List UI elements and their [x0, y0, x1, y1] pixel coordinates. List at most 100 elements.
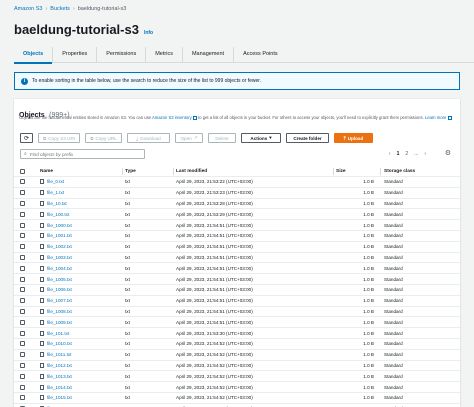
gear-icon[interactable]: ⚙	[445, 149, 451, 159]
table-row[interactable]: file_0.txt txt April 29, 2023, 21:53:22 (U…	[14, 177, 460, 188]
table-row[interactable]: file_100.txt txt April 29, 2023, 21:53:29 …	[14, 209, 460, 221]
object-name-link[interactable]: file_1011.txt	[47, 352, 71, 357]
create-folder-button[interactable]: Create folder	[286, 133, 329, 143]
object-name-link[interactable]: file_101.txt	[47, 331, 69, 336]
table-row[interactable]: file_1.txt txt April 29, 2023, 21:53:23 (U…	[14, 188, 460, 199]
search-box[interactable]: ⌕	[20, 149, 145, 159]
table-row[interactable]: file_1013.txt txt April 29, 2023, 21:54:52…	[14, 371, 460, 383]
name-cell: file_1001.txt	[40, 231, 72, 241]
object-name-link[interactable]: file_1003.txt	[47, 255, 72, 260]
upload-button[interactable]: ⤒ Upload	[334, 133, 373, 143]
object-name-link[interactable]: file_0.txt	[47, 179, 64, 184]
tab-objects[interactable]: Objects	[14, 47, 54, 64]
object-name-link[interactable]: file_10.txt	[47, 201, 67, 206]
open-button[interactable]: Open ↗	[175, 133, 203, 143]
object-name-link[interactable]: file_1.txt	[47, 190, 64, 195]
object-name-link[interactable]: file_1008.txt	[47, 309, 72, 314]
object-name-link[interactable]: file_1000.txt	[47, 223, 72, 228]
actions-dropdown[interactable]: Actions ▾	[241, 133, 281, 143]
table-row[interactable]: file_1009.txt txt April 29, 2023, 21:54:51…	[14, 317, 460, 329]
tab-permissions[interactable]: Permissions	[97, 47, 147, 63]
table-row[interactable]: file_1014.txt txt April 29, 2023, 21:54:52…	[14, 382, 460, 393]
refresh-button[interactable]: ⟳	[20, 133, 33, 143]
row-checkbox[interactable]	[20, 384, 25, 390]
breadcrumb-amazon-s3[interactable]: Amazon S3	[14, 6, 42, 12]
object-name-link[interactable]: file_1007.txt	[47, 298, 72, 303]
object-name-link[interactable]: file_1012.txt	[47, 363, 72, 368]
info-link[interactable]: Info	[144, 30, 153, 36]
table-row[interactable]: file_1002.txt txt April 29, 2023, 21:54:51…	[14, 242, 460, 253]
search-icon: ⌕	[24, 151, 27, 157]
learn-more-link[interactable]: Learn more	[425, 115, 446, 120]
row-checkbox[interactable]	[20, 233, 25, 239]
object-name-link[interactable]: file_100.txt	[47, 212, 69, 217]
tab-access-points[interactable]: Access Points	[234, 47, 287, 63]
select-all-checkbox[interactable]	[20, 168, 25, 174]
table-row[interactable]: file_1010.txt txt April 29, 2023, 21:54:52…	[14, 339, 460, 350]
object-name-link[interactable]: file_1010.txt	[47, 341, 72, 346]
row-checkbox[interactable]	[20, 244, 25, 250]
table-row[interactable]: file_1004.txt txt April 29, 2023, 21:54:51…	[14, 263, 460, 275]
table-row[interactable]: file_1000.txt txt April 29, 2023, 21:54:51…	[14, 220, 460, 231]
object-name-link[interactable]: file_1006.txt	[47, 287, 72, 292]
row-checkbox[interactable]	[20, 373, 25, 379]
tab-metrics[interactable]: Metrics	[146, 47, 183, 63]
object-name-link[interactable]: file_1009.txt	[47, 320, 72, 325]
description-prefix: Objects are the fundamental entities sto…	[19, 115, 151, 120]
row-checkbox[interactable]	[20, 200, 25, 206]
breadcrumb-buckets[interactable]: Buckets	[50, 6, 70, 12]
object-name-link[interactable]: file_1013.txt	[47, 374, 72, 379]
tab-properties[interactable]: Properties	[53, 47, 98, 63]
size-cell: 1.0 B	[363, 330, 374, 336]
copy-url-button[interactable]: ⧉ Copy URL	[85, 133, 122, 143]
row-checkbox[interactable]	[20, 222, 25, 228]
table-row[interactable]: file_10.txt txt April 29, 2023, 21:53:28 (…	[14, 199, 460, 210]
row-checkbox[interactable]	[20, 352, 25, 358]
download-button[interactable]: ⤓ Download	[127, 133, 170, 143]
row-checkbox[interactable]	[20, 298, 25, 304]
next-page-icon[interactable]: ›	[424, 151, 426, 157]
row-checkbox[interactable]	[20, 308, 25, 314]
object-name-link[interactable]: file_1002.txt	[47, 244, 72, 249]
row-checkbox[interactable]	[20, 190, 25, 196]
row-checkbox[interactable]	[20, 319, 25, 325]
row-checkbox[interactable]	[20, 330, 25, 336]
row-checkbox[interactable]	[20, 395, 25, 401]
table-row[interactable]: file_1008.txt txt April 29, 2023, 21:54:51…	[14, 307, 460, 318]
page-1[interactable]: 1	[397, 151, 400, 157]
tab-management[interactable]: Management	[183, 47, 235, 63]
object-name-link[interactable]: file_1014.txt	[47, 385, 72, 390]
table-row[interactable]: file_1005.txt txt April 29, 2023, 21:54:51…	[14, 274, 460, 285]
file-icon	[40, 341, 44, 347]
table-row[interactable]: file_1006.txt txt April 29, 2023, 21:54:51…	[14, 285, 460, 296]
prev-page-icon[interactable]: ‹	[389, 151, 391, 157]
object-name-link[interactable]: file_1004.txt	[47, 266, 72, 271]
row-checkbox[interactable]	[20, 179, 25, 185]
file-icon	[40, 179, 44, 185]
object-name-link[interactable]: file_1015.txt	[47, 395, 72, 400]
search-input[interactable]	[29, 151, 140, 157]
row-checkbox[interactable]	[20, 362, 25, 368]
type-cell: txt	[125, 200, 130, 206]
type-cell: txt	[125, 190, 130, 196]
row-checkbox[interactable]	[20, 276, 25, 282]
page-2[interactable]: 2	[405, 151, 408, 157]
table-row[interactable]: file_1003.txt txt April 29, 2023, 21:54:51…	[14, 253, 460, 264]
row-checkbox[interactable]	[20, 254, 25, 260]
table-row[interactable]: file_1007.txt txt April 29, 2023, 21:54:51…	[14, 296, 460, 307]
row-checkbox[interactable]	[20, 211, 25, 217]
table-row[interactable]: file_1001.txt txt April 29, 2023, 21:54:51…	[14, 231, 460, 242]
table-row[interactable]: file_101.txt txt April 29, 2023, 21:53:30 …	[14, 328, 460, 339]
name-cell: file_0.txt	[40, 177, 64, 187]
object-name-link[interactable]: file_1001.txt	[47, 233, 72, 238]
delete-button[interactable]: Delete	[208, 133, 236, 143]
table-row[interactable]: file_1012.txt txt April 29, 2023, 21:54:52…	[14, 361, 460, 372]
object-name-link[interactable]: file_1005.txt	[47, 277, 72, 282]
copy-s3-uri-button[interactable]: ⧉ Copy S3 URI	[38, 133, 80, 143]
row-checkbox[interactable]	[20, 287, 25, 293]
row-checkbox[interactable]	[20, 265, 25, 271]
inventory-link[interactable]: Amazon S3 inventory	[152, 115, 192, 120]
table-row[interactable]: file_1011.txt txt April 29, 2023, 21:54:52…	[14, 350, 460, 361]
table-row[interactable]: file_1015.txt txt April 29, 2023, 21:54:52…	[14, 393, 460, 404]
row-checkbox[interactable]	[20, 341, 25, 347]
